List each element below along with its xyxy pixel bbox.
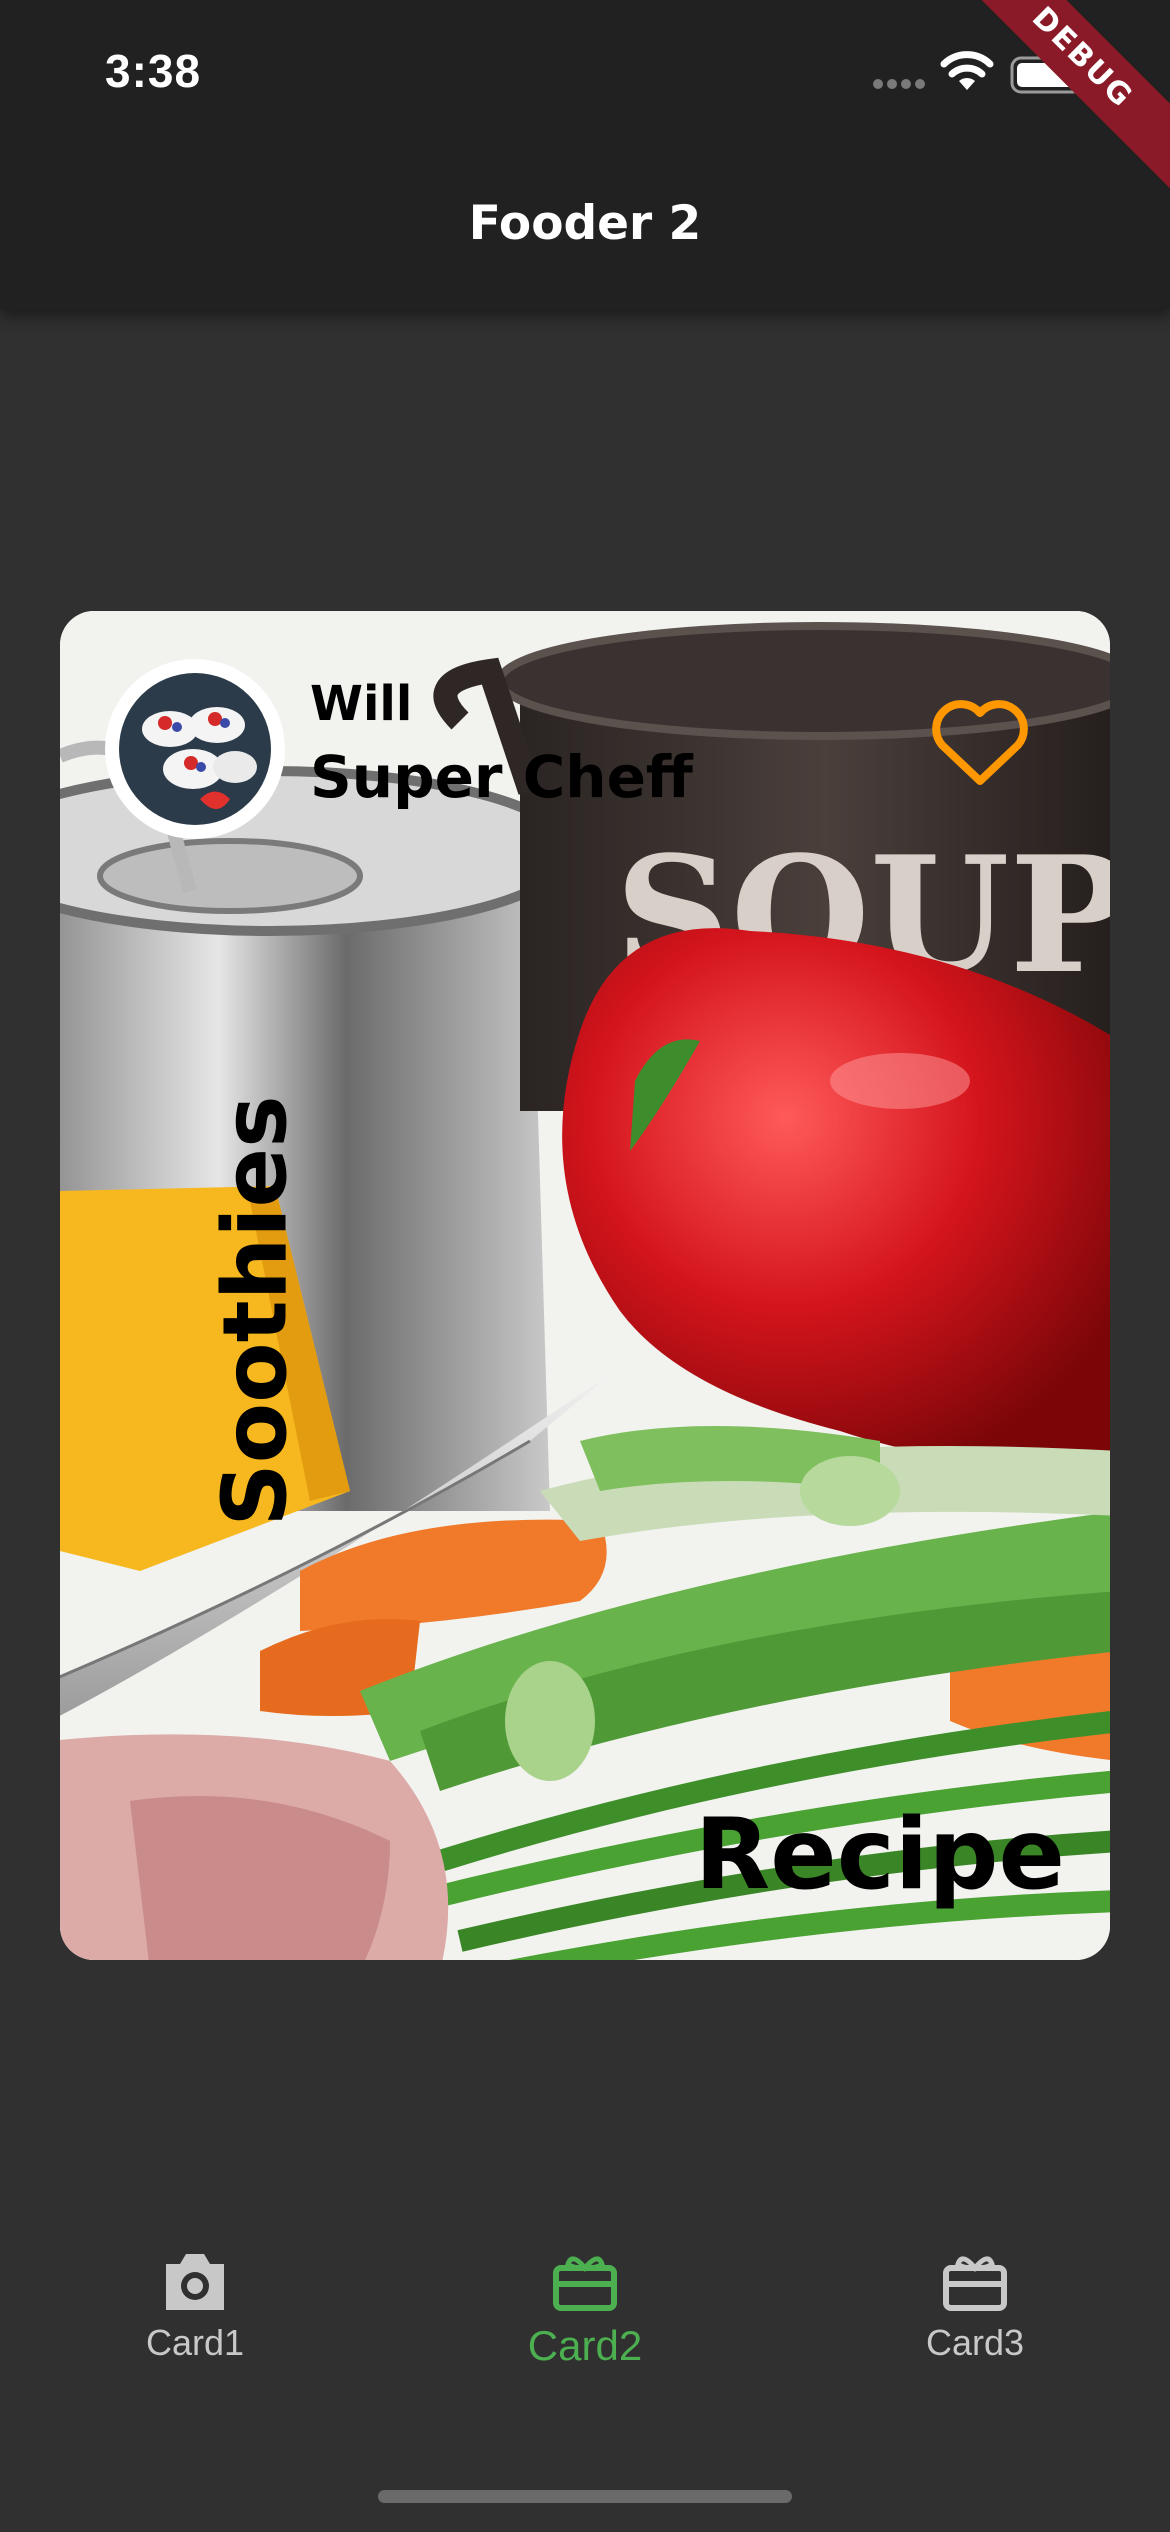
category-label: Soothies [203,1095,307,1527]
heart-outline-icon[interactable] [930,699,1030,789]
app-bar: 3:38 Fooder 2 [0,0,1170,310]
card-giftcard-icon [553,2256,617,2311]
tab-card2[interactable]: Card2 [435,2250,735,2430]
home-indicator[interactable] [378,2490,792,2503]
avatar[interactable] [105,659,285,839]
camera-icon [166,2254,224,2310]
card-giftcard-icon [943,2256,1007,2311]
avatar-image [119,673,271,825]
wifi-icon [940,51,994,90]
card-label: Recipe [694,1798,1065,1912]
tab-card1-label: Card1 [145,2322,245,2363]
page-title: Fooder 2 [468,196,702,251]
recipe-card[interactable]: SOUP Will Super Cheff Soothies Recipe [60,611,1110,1960]
tab-card1[interactable]: Card1 [45,2250,345,2430]
author-title: Super Cheff [310,743,693,811]
cellular-signal-icon [873,79,925,89]
status-time: 3:38 [105,45,202,97]
tab-card2-label: Card2 [527,2322,643,2369]
tab-card3[interactable]: Card3 [825,2250,1125,2430]
tab-card3-label: Card3 [925,2322,1025,2363]
author-name: Will [310,676,413,732]
